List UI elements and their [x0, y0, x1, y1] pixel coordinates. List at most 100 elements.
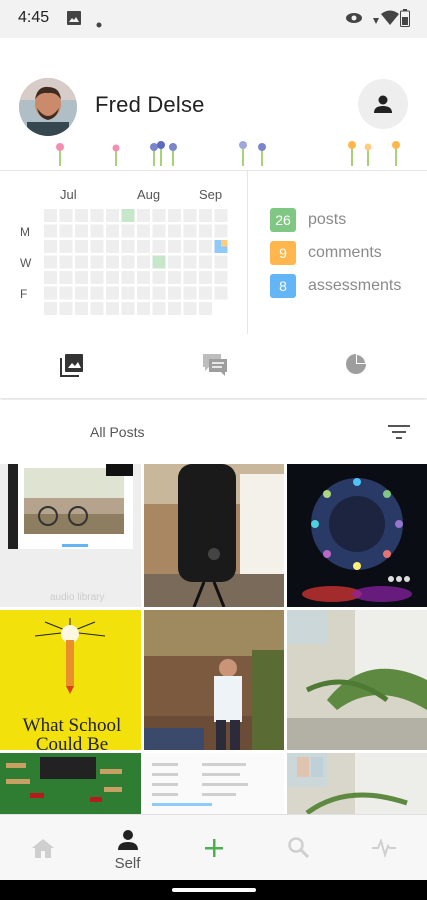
calendar-cell [90, 255, 104, 269]
assessments-count[interactable]: 8 assessments [270, 273, 401, 299]
signal-arrow-icon [373, 13, 379, 31]
calendar-cell [168, 209, 181, 222]
filter-bar: All Posts [0, 400, 427, 464]
nav-activity[interactable] [342, 815, 427, 881]
nav-add[interactable] [171, 815, 256, 881]
calendar-cell [121, 255, 135, 269]
calendar-cell [168, 240, 181, 253]
calendar-cell [199, 286, 212, 300]
calendar-cell [183, 224, 197, 238]
profile-action-button[interactable] [358, 79, 408, 129]
post-tile[interactable] [287, 464, 427, 607]
status-time: 4:45 [18, 9, 50, 26]
calendar-cell [152, 209, 166, 222]
calendar-cell [44, 240, 57, 253]
post-tile[interactable]: What School Could Be [0, 610, 141, 750]
calendar-cell [199, 271, 212, 284]
nav-label: Self [114, 855, 141, 872]
dot-icon [96, 15, 102, 33]
calendar-cell [44, 271, 57, 284]
wifi-icon [381, 10, 399, 31]
month-label: Aug [137, 187, 161, 202]
filter-icon[interactable] [388, 422, 410, 447]
activity-calendar: Jul Aug Sep M W F [0, 171, 248, 335]
count-badge: 26 [270, 208, 296, 232]
month-label: Sep [199, 187, 223, 202]
calendar-cell-comment [221, 240, 228, 247]
calendar-cell [59, 209, 73, 222]
comments-icon [203, 354, 227, 376]
comments-count[interactable]: 9 comments [270, 240, 382, 266]
calendar-cell [137, 224, 150, 238]
calendar-cell [59, 286, 73, 300]
calendar-cell [214, 271, 228, 284]
status-bar: 4:45 [0, 0, 427, 38]
calendar-cell [137, 271, 150, 284]
calendar-cell [59, 271, 73, 284]
calendar-cell [137, 240, 150, 253]
calendar-cell [183, 255, 197, 269]
calendar-cell [106, 286, 119, 300]
calendar-cell [44, 255, 57, 269]
calendar-cell [75, 240, 88, 253]
calendar-cell [183, 240, 197, 253]
calendar-cell [183, 286, 197, 300]
bottom-navigation: Self [0, 814, 427, 881]
photo-library-icon [60, 354, 83, 377]
pie-chart-icon [346, 354, 366, 374]
count-label: assessments [308, 277, 402, 294]
profile-name: Fred Delse [95, 92, 205, 117]
tab-assessments[interactable] [344, 352, 368, 381]
count-badge: 9 [270, 241, 296, 265]
calendar-cell [214, 224, 228, 238]
post-caption: audio library [50, 592, 105, 603]
gesture-handle[interactable] [172, 888, 256, 892]
gesture-bar [0, 880, 427, 900]
calendar-cell [44, 224, 57, 238]
calendar-cell [90, 224, 104, 238]
calendar-cell [106, 240, 119, 253]
posts-count[interactable]: 26 posts [270, 207, 346, 233]
calendar-cell [199, 224, 212, 238]
calendar-cell [90, 209, 104, 222]
calendar-cell [199, 209, 212, 222]
calendar-cell [152, 224, 166, 238]
home-icon [32, 839, 54, 858]
calendar-cell [152, 255, 166, 269]
calendar-cell [168, 286, 181, 300]
tab-comments[interactable] [201, 352, 229, 383]
calendar-cell [152, 286, 166, 300]
calendar-cell [121, 240, 135, 253]
nav-search[interactable] [256, 815, 341, 881]
avatar[interactable] [19, 78, 77, 136]
calendar-cell [168, 255, 181, 269]
nav-self[interactable]: Self [85, 815, 170, 881]
month-label: Jul [60, 187, 77, 202]
calendar-cell [44, 209, 57, 222]
eye-icon [345, 11, 363, 30]
post-tile[interactable] [144, 610, 284, 750]
tab-posts[interactable] [59, 352, 85, 383]
calendar-cell [121, 302, 135, 315]
post-tile[interactable]: audio library [0, 464, 141, 607]
filter-label[interactable]: All Posts [90, 424, 144, 440]
flower-decoration [0, 140, 427, 170]
calendar-cell [106, 302, 119, 315]
battery-icon [400, 9, 410, 32]
content-tabs [0, 334, 427, 398]
post-tile[interactable] [144, 464, 284, 607]
post-tile[interactable] [0, 753, 141, 814]
calendar-cell [121, 271, 135, 284]
count-label: posts [308, 211, 347, 228]
calendar-cell [137, 255, 150, 269]
calendar-cell [106, 209, 119, 222]
nav-home[interactable] [0, 815, 85, 881]
search-icon [288, 837, 309, 858]
post-tile[interactable] [287, 610, 427, 750]
post-tile[interactable] [287, 753, 427, 814]
calendar-cell [152, 271, 166, 284]
calendar-cell [75, 209, 88, 222]
plus-icon [205, 839, 223, 857]
calendar-cell [137, 209, 150, 222]
post-tile[interactable] [144, 753, 284, 814]
